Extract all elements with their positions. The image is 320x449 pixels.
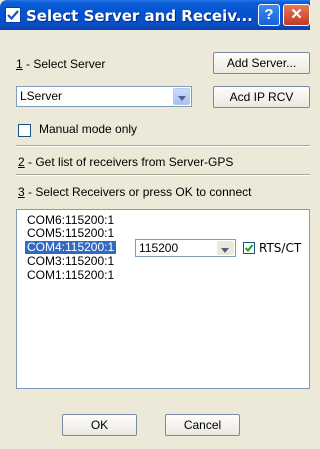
rts-cts-label: RTS/CT <box>259 241 302 255</box>
list-item-selected[interactable]: COM4:115200:1 <box>25 241 117 254</box>
title-bar[interactable]: Select Server and Receiv... ? ✕ <box>0 0 310 30</box>
select-server-label: 1 - Select Server <box>16 57 106 71</box>
add-ip-rcv-button[interactable]: Acd IP RCV <box>213 86 310 108</box>
receivers-list[interactable]: COM6:115200:1 COM5:115200:1 COM4:115200:… <box>16 209 310 389</box>
cancel-button[interactable]: Cancel <box>165 414 240 436</box>
help-button[interactable]: ? <box>258 4 280 26</box>
checkmark-app-icon <box>5 7 21 23</box>
select-receivers-label: 3 - Select Receivers or press OK to conn… <box>18 185 252 199</box>
baud-rate-select[interactable]: 115200 <box>135 239 236 257</box>
chevron-down-icon[interactable] <box>173 88 190 105</box>
list-item[interactable]: COM5:115200:1 <box>27 227 114 240</box>
chevron-down-icon[interactable] <box>217 241 234 255</box>
section-divider <box>16 145 310 147</box>
close-button[interactable]: ✕ <box>283 4 310 26</box>
list-item[interactable]: COM3:115200:1 <box>27 255 114 268</box>
server-select-value: LServer <box>20 89 63 103</box>
dialog-window: Select Server and Receiv... ? ✕ 1 - Sele… <box>0 0 310 449</box>
baud-rate-value: 115200 <box>139 241 179 255</box>
ok-button[interactable]: OK <box>62 414 137 436</box>
manual-mode-label: Manual mode only <box>39 122 138 136</box>
manual-mode-checkbox[interactable] <box>18 124 31 137</box>
add-server-button[interactable]: Add Server... <box>213 52 310 74</box>
section-divider <box>16 174 310 176</box>
rts-cts-checkbox[interactable] <box>243 242 255 254</box>
list-item[interactable]: COM1:115200:1 <box>27 269 114 282</box>
get-receivers-button[interactable]: 2 - Get list of receivers from Server-GP… <box>18 155 233 169</box>
server-select[interactable]: LServer <box>16 86 192 107</box>
window-title: Select Server and Receiv... <box>26 7 253 25</box>
